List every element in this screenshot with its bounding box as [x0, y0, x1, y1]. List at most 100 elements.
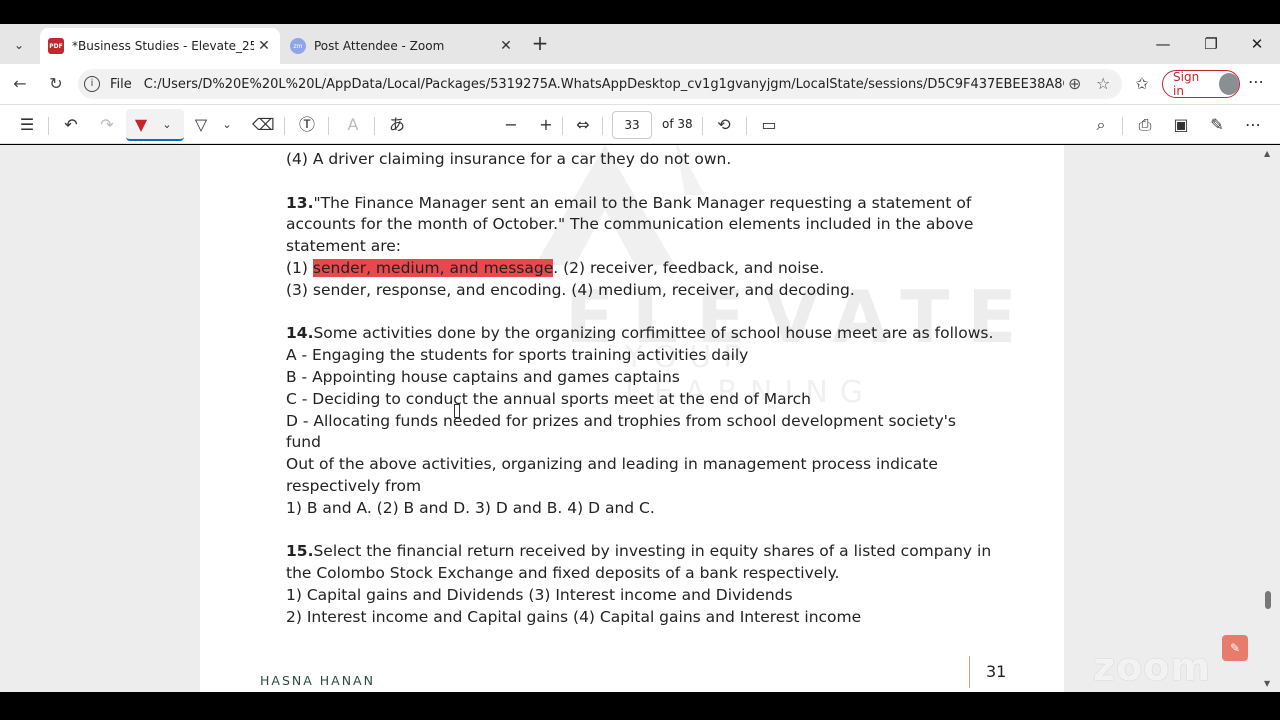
- highlighted-answer[interactable]: sender, medium, and message: [312, 258, 554, 277]
- contents-icon[interactable]: ☰: [16, 114, 38, 136]
- sign-in-label: Sign in: [1173, 70, 1200, 98]
- tab-list-button[interactable]: ⌄: [6, 32, 32, 58]
- text-box-icon[interactable]: Ⓣ: [296, 114, 318, 136]
- divider: [562, 117, 563, 135]
- text-line: Some activities done by the organizing c…: [313, 324, 994, 343]
- zoom-in-icon[interactable]: +: [535, 114, 557, 136]
- footer-page-number: 31: [986, 662, 1007, 681]
- draw-icon[interactable]: ▽: [190, 114, 212, 136]
- divider: [602, 117, 603, 135]
- divider: [374, 117, 375, 135]
- zoom-in-icon[interactable]: ⊕: [1068, 74, 1081, 93]
- close-tab-icon[interactable]: ✕: [254, 38, 274, 54]
- sign-in-button[interactable]: Sign in: [1162, 70, 1240, 98]
- refresh-button[interactable]: ↻: [42, 72, 70, 96]
- text-line: 2) Interest income and Capital gains (4)…: [286, 607, 862, 626]
- minimize-button[interactable]: —: [1140, 32, 1186, 56]
- page-number-input[interactable]: 33: [612, 111, 652, 139]
- fit-page-icon[interactable]: ⇔: [572, 114, 594, 136]
- tab-post-attendee-zoom[interactable]: zm Post Attendee - Zoom ✕: [282, 28, 522, 64]
- print-icon[interactable]: ⎙: [1134, 114, 1156, 136]
- text-line: 1) B and A. (2) B and D. 3) D and B. 4) …: [286, 498, 655, 517]
- page-count: of 38: [662, 117, 693, 131]
- text-line: fund: [286, 433, 321, 452]
- settings-more-icon[interactable]: ⋯: [1248, 72, 1264, 91]
- pdf-viewport[interactable]: ELEVATE YOUR LEARNING (4) A driver claim…: [0, 145, 1280, 692]
- text-line: respectively from: [286, 476, 422, 495]
- question-number: 13.: [286, 193, 314, 212]
- footer-divider: [969, 656, 970, 688]
- page-content: (4) A driver claiming insurance for a ca…: [286, 149, 1016, 650]
- chevron-down-icon[interactable]: ⌄: [156, 114, 178, 136]
- favorite-star-icon[interactable]: ☆: [1096, 74, 1110, 93]
- restore-button[interactable]: ❐: [1188, 32, 1234, 56]
- more-options-icon[interactable]: ⋯: [1242, 114, 1264, 136]
- text-line: accounts for the month of October." The …: [286, 215, 974, 234]
- footer-author: HASNA HANAN: [260, 673, 375, 688]
- url-text[interactable]: C:/Users/D%20E%20L%20L/AppData/Local/Pac…: [144, 77, 1064, 92]
- pdf-page: ELEVATE YOUR LEARNING (4) A driver claim…: [200, 145, 1064, 692]
- pdf-icon: PDF: [48, 38, 64, 54]
- close-tab-icon[interactable]: ✕: [496, 38, 516, 54]
- text-line: "The Finance Manager sent an email to th…: [313, 193, 972, 212]
- rotate-icon[interactable]: ⟲: [713, 114, 735, 136]
- avatar: [1218, 73, 1239, 95]
- text-line: B - Appointing house captains and games …: [286, 367, 680, 386]
- search-icon[interactable]: ⌕: [1090, 114, 1112, 136]
- tab-label: *Business Studies - Elevate_25.pdf: [72, 39, 254, 53]
- scroll-thumb[interactable]: [1265, 591, 1271, 609]
- read-aloud-icon[interactable]: A: [342, 114, 364, 136]
- undo-icon[interactable]: ↶: [60, 114, 82, 136]
- page-view-icon[interactable]: ▭: [758, 114, 780, 136]
- zoom-icon: zm: [290, 38, 306, 54]
- divider: [48, 117, 49, 135]
- text-line: (3) sender, response, and encoding. (4) …: [286, 280, 855, 299]
- tab-label: Post Attendee - Zoom: [314, 39, 445, 53]
- option-text: . (2) receiver, feedback, and noise.: [553, 258, 825, 277]
- zoom-watermark: zoom: [1093, 645, 1211, 689]
- zoom-out-icon[interactable]: −: [500, 114, 522, 136]
- chevron-down-icon[interactable]: ⌄: [216, 114, 238, 136]
- save-icon[interactable]: ▣: [1170, 114, 1192, 136]
- question-14: 14.Some activities done by the organizin…: [286, 323, 1016, 519]
- text-line: (4) A driver claiming insurance for a ca…: [286, 150, 732, 168]
- pdf-toolbar: ☰ ↶ ↷ ▼ ⌄ ▽ ⌄ ⌫ Ⓣ A あ − + ⇔ 33 of 38 ⟲ ▭…: [0, 104, 1280, 144]
- question-15: 15.Select the financial return received …: [286, 541, 1016, 628]
- text-line: statement are:: [286, 237, 402, 256]
- question-13: 13."The Finance Manager sent an email to…: [286, 193, 1016, 302]
- text-line: Select the financial return received by …: [313, 542, 992, 561]
- scroll-down-icon[interactable]: ▼: [1264, 679, 1270, 688]
- url-field[interactable]: i File C:/Users/D%20E%20L%20L/AppData/Lo…: [78, 69, 1122, 99]
- new-tab-button[interactable]: +: [528, 32, 552, 56]
- divider: [284, 117, 285, 135]
- divider: [702, 117, 703, 135]
- question-number: 15.: [286, 542, 314, 561]
- favorites-icon[interactable]: ✩: [1128, 72, 1156, 96]
- text-line: 1) Capital gains and Dividends (3) Inter…: [286, 585, 793, 604]
- save-as-icon[interactable]: ✎: [1206, 114, 1228, 136]
- divider: [746, 117, 747, 135]
- tab-bar: ⌄ PDF *Business Studies - Elevate_25.pdf…: [0, 24, 1280, 64]
- text-line: A - Engaging the students for sports tra…: [286, 346, 749, 365]
- text-line: D - Allocating funds needed for prizes a…: [286, 411, 956, 430]
- divider: [1122, 117, 1123, 135]
- highlighter-icon[interactable]: ▼: [130, 114, 152, 136]
- back-button[interactable]: ←: [6, 72, 34, 96]
- divider: [328, 117, 329, 135]
- info-icon[interactable]: i: [84, 76, 100, 92]
- address-bar: ← ↻ i File C:/Users/D%20E%20L%20L/AppDat…: [0, 64, 1280, 104]
- text-line: Out of the above activities, organizing …: [286, 455, 938, 474]
- redo-icon[interactable]: ↷: [96, 114, 118, 136]
- text-line: C - Deciding to conduct the annual sport…: [286, 389, 812, 408]
- scheme-label: File: [110, 76, 132, 92]
- option-prefix: (1): [286, 258, 313, 277]
- text-cursor-icon: [454, 404, 460, 418]
- text-line: the Colombo Stock Exchange and fixed dep…: [286, 564, 840, 583]
- translate-icon[interactable]: あ: [386, 114, 408, 136]
- close-window-button[interactable]: ✕: [1234, 32, 1280, 56]
- eraser-icon[interactable]: ⌫: [252, 114, 275, 136]
- tab-business-studies[interactable]: PDF *Business Studies - Elevate_25.pdf ✕: [40, 28, 280, 64]
- acrobat-icon[interactable]: ✎: [1222, 635, 1248, 661]
- scroll-up-icon[interactable]: ▲: [1264, 149, 1270, 158]
- vertical-scrollbar[interactable]: ▲ ▼: [1262, 145, 1274, 692]
